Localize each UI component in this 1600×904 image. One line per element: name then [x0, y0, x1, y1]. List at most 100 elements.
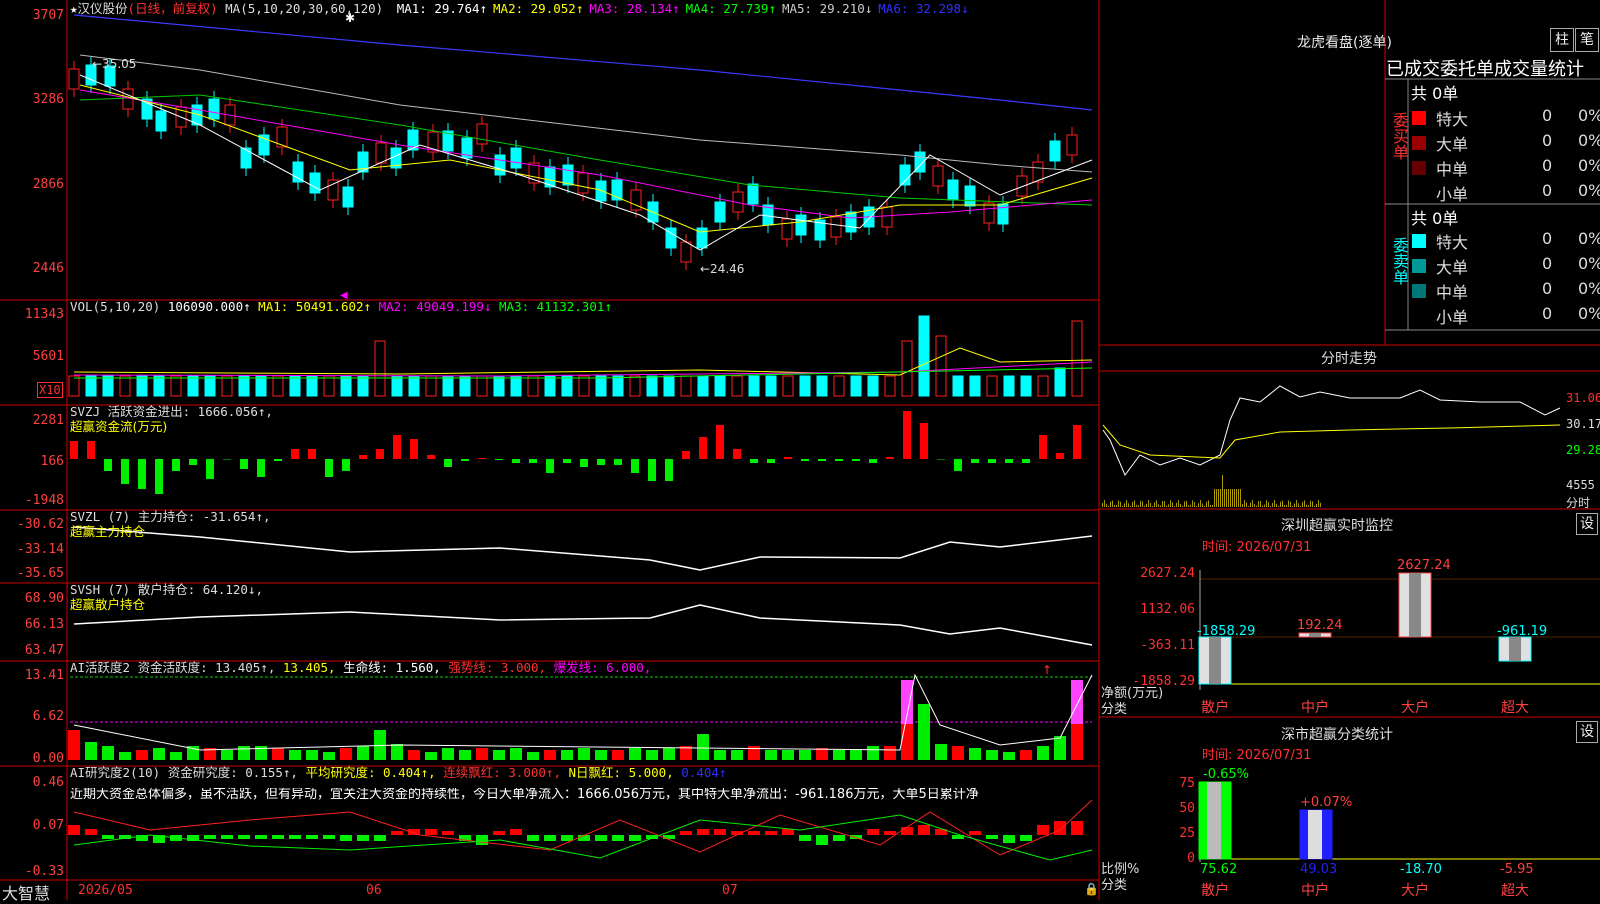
intraday-vol-bar: [1284, 505, 1285, 507]
monitor-value-label: 192.24: [1297, 618, 1343, 633]
vol-bar: [816, 375, 828, 397]
ma-value-3: MA3: 28.134↑: [589, 1, 680, 16]
activity-bar: [561, 750, 573, 760]
flow-bar: [325, 459, 333, 477]
period-label: (日线，前复权): [127, 1, 218, 16]
flow-bar: [121, 459, 129, 484]
activity-bar: [1037, 746, 1049, 760]
activity-bar: [765, 750, 777, 760]
research-bar: [629, 835, 641, 841]
low-mark: ←24.46: [700, 262, 744, 276]
tick-mode-button[interactable]: 笔: [1575, 28, 1599, 52]
activity-spike: [1071, 680, 1083, 724]
activity-bar: [323, 752, 335, 760]
intraday-vol-bar: [1194, 502, 1195, 507]
ai-research-tail: 0.404↑: [681, 765, 727, 780]
order-count: 0: [1542, 131, 1553, 150]
activity-bar: [510, 748, 522, 760]
candle-body-down: [292, 161, 304, 183]
candle-body-down: [494, 154, 506, 176]
flow-bar: [206, 459, 214, 479]
stock-name[interactable]: 汉仪股份: [78, 1, 128, 16]
ma-values: MA1: 29.764↑ MA2: 29.052↑ MA3: 28.134↑ MA4:…: [391, 1, 969, 16]
vol-bar: [204, 375, 216, 397]
vol-bar: [306, 375, 318, 397]
activity-bar: [714, 750, 726, 760]
intraday-axis-label: 31.06: [1566, 391, 1600, 405]
flow-bar: [801, 459, 809, 461]
svsh-axis-label: 66.13: [24, 617, 64, 632]
activity-bar: [697, 734, 709, 760]
intraday-vol-bar: [1240, 489, 1241, 507]
activity-bar: [578, 748, 590, 760]
sell-total: 共 0单: [1411, 209, 1459, 228]
activity-bar: [595, 750, 607, 760]
intraday-title: 分时走势: [1321, 351, 1377, 367]
flow-bar: [529, 459, 537, 463]
retail-holding-line: [73, 604, 1093, 646]
research-bar: [595, 835, 607, 841]
intraday-axis-label: 4555: [1566, 478, 1595, 492]
candle-body-down: [510, 147, 522, 169]
vol-bar: [102, 375, 114, 397]
ai-active-axis-label: 6.62: [32, 709, 64, 724]
classify-bar-shade: [1308, 810, 1322, 859]
ma-value-5: MA5: 29.210↓: [781, 1, 873, 16]
intraday-vol-bar: [1154, 502, 1155, 507]
intraday-vol-bar: [1312, 501, 1313, 507]
flow-bar: [291, 449, 299, 459]
monitor-settings-button[interactable]: 设: [1576, 513, 1598, 535]
intraday-vol-bar: [1252, 500, 1253, 507]
intraday-vol-bar: [1170, 500, 1171, 507]
intraday-vol-bar: [1320, 502, 1321, 507]
ai-research-nday: N日飘红: 5.000,: [568, 765, 674, 780]
activity-bar: [833, 750, 845, 760]
lock-icon[interactable]: 🔒: [1084, 882, 1099, 896]
vol-bar: [408, 375, 420, 397]
candle-body-down: [747, 183, 759, 205]
vol-bar: [935, 335, 947, 397]
vol-bar: [663, 375, 675, 397]
monitor-category: 大户: [1401, 699, 1429, 716]
activity-bar: [340, 748, 352, 760]
monitor-axis-label: -363.11: [1140, 638, 1195, 653]
intraday-vol-bar: [1282, 500, 1283, 507]
monitor-category: 超大: [1501, 700, 1529, 716]
vol-ma2: MA2: 49049.199↓: [378, 299, 492, 314]
research-bar: [1020, 835, 1032, 841]
vol-bar: [867, 375, 879, 397]
intraday-vol-bar: [1132, 501, 1133, 507]
vol-bar: [510, 375, 522, 397]
vol-bar: [952, 375, 964, 397]
intraday-vol-bar: [1148, 500, 1149, 507]
candle-body-down: [845, 211, 857, 233]
star-icon[interactable]: ★: [70, 1, 78, 16]
intraday-vol-bar: [1218, 489, 1219, 507]
intraday-vol-bar: [1272, 503, 1273, 507]
activity-bar: [391, 744, 403, 760]
bar-mode-button[interactable]: 柱: [1550, 28, 1574, 52]
intraday-vol-bar: [1276, 503, 1277, 507]
intraday-vol-bar: [1226, 489, 1227, 507]
intraday-vol-bar: [1124, 503, 1125, 507]
high-mark: ←35.05: [92, 57, 136, 71]
flow-bar: [716, 425, 724, 459]
vol-bar: [68, 375, 80, 397]
monitor-value-label: 2627.24: [1397, 558, 1451, 573]
ma-value-1: MA1: 29.764↑: [396, 1, 488, 16]
intraday-vol-bar: [1190, 504, 1191, 507]
vol-ma1: MA1: 50491.602↑: [258, 299, 372, 314]
research-bar: [799, 835, 811, 841]
sell-orders-label: 委卖单: [1390, 237, 1409, 285]
svzl-axis-label: -33.14: [17, 542, 64, 557]
order-size-label: 小单: [1436, 308, 1469, 327]
flow-bar: [376, 449, 384, 459]
vol-unit-badge[interactable]: X10: [37, 382, 63, 398]
research-bar: [306, 835, 318, 839]
flow-bar: [563, 459, 571, 463]
vol-bar: [255, 375, 267, 397]
activity-bar: [663, 748, 675, 760]
classify-settings-button[interactable]: 设: [1576, 721, 1598, 743]
brand-label[interactable]: 大智慧: [2, 880, 50, 904]
vol-axis-label: 5601: [32, 349, 64, 364]
